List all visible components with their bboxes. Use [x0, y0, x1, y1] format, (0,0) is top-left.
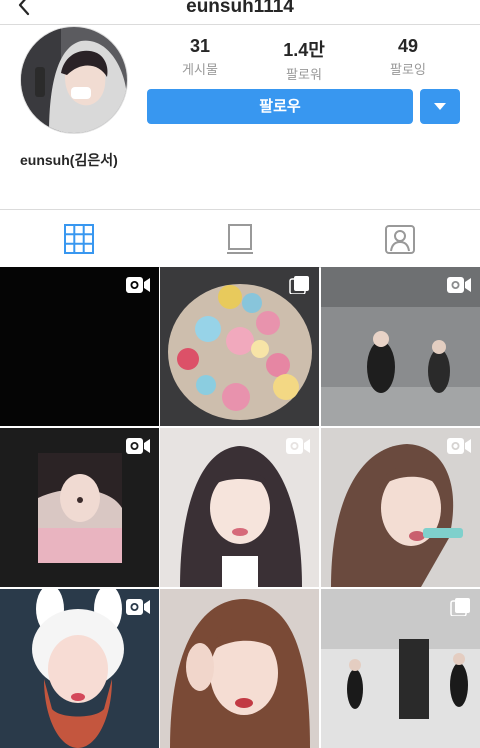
posts-count-value: 31 [189, 36, 211, 56]
tagged-photos-icon[interactable] [384, 223, 416, 255]
following-count-label: 팔로잉 [390, 62, 426, 77]
video-icon [126, 599, 150, 615]
followers-count-value: 1.4만 [283, 40, 325, 60]
video-icon [126, 277, 150, 293]
followers-count-label: 팔로워 [286, 67, 322, 82]
profile-display-name: eunsuh(김은서) [20, 152, 118, 168]
follow-button[interactable]: 팔로우 [147, 89, 413, 124]
posts-count: 31 게시물 [155, 36, 245, 78]
following-count-value: 49 [397, 36, 419, 56]
followers-count[interactable]: 1.4만 팔로워 [259, 36, 349, 83]
top-navigation-bar: eunsuh1114 [0, 0, 480, 25]
post-thumbnail[interactable] [321, 589, 480, 748]
video-icon [126, 438, 150, 454]
grid-view-icon[interactable] [63, 223, 95, 255]
post-thumbnail[interactable] [0, 267, 159, 426]
post-thumbnail[interactable] [0, 428, 159, 587]
video-icon [447, 277, 471, 293]
post-thumbnail[interactable] [321, 428, 480, 587]
profile-tab-bar [0, 209, 480, 268]
video-icon [286, 438, 310, 454]
suggestions-dropdown-button[interactable] [420, 89, 460, 124]
posts-count-label: 게시물 [182, 62, 218, 77]
post-thumbnail[interactable] [160, 267, 319, 426]
carousel-icon [450, 598, 470, 616]
post-thumbnail[interactable] [160, 428, 319, 587]
video-icon [447, 438, 471, 454]
list-view-icon[interactable] [224, 223, 256, 255]
carousel-icon [289, 276, 309, 294]
post-thumbnail[interactable] [321, 267, 480, 426]
page-title: eunsuh1114 [186, 0, 294, 17]
post-thumbnail[interactable] [0, 589, 159, 748]
post-thumbnail[interactable] [160, 589, 319, 748]
following-count[interactable]: 49 팔로잉 [363, 36, 453, 78]
posts-grid [0, 267, 480, 748]
profile-avatar[interactable] [20, 26, 128, 134]
chevron-down-icon [434, 103, 446, 110]
